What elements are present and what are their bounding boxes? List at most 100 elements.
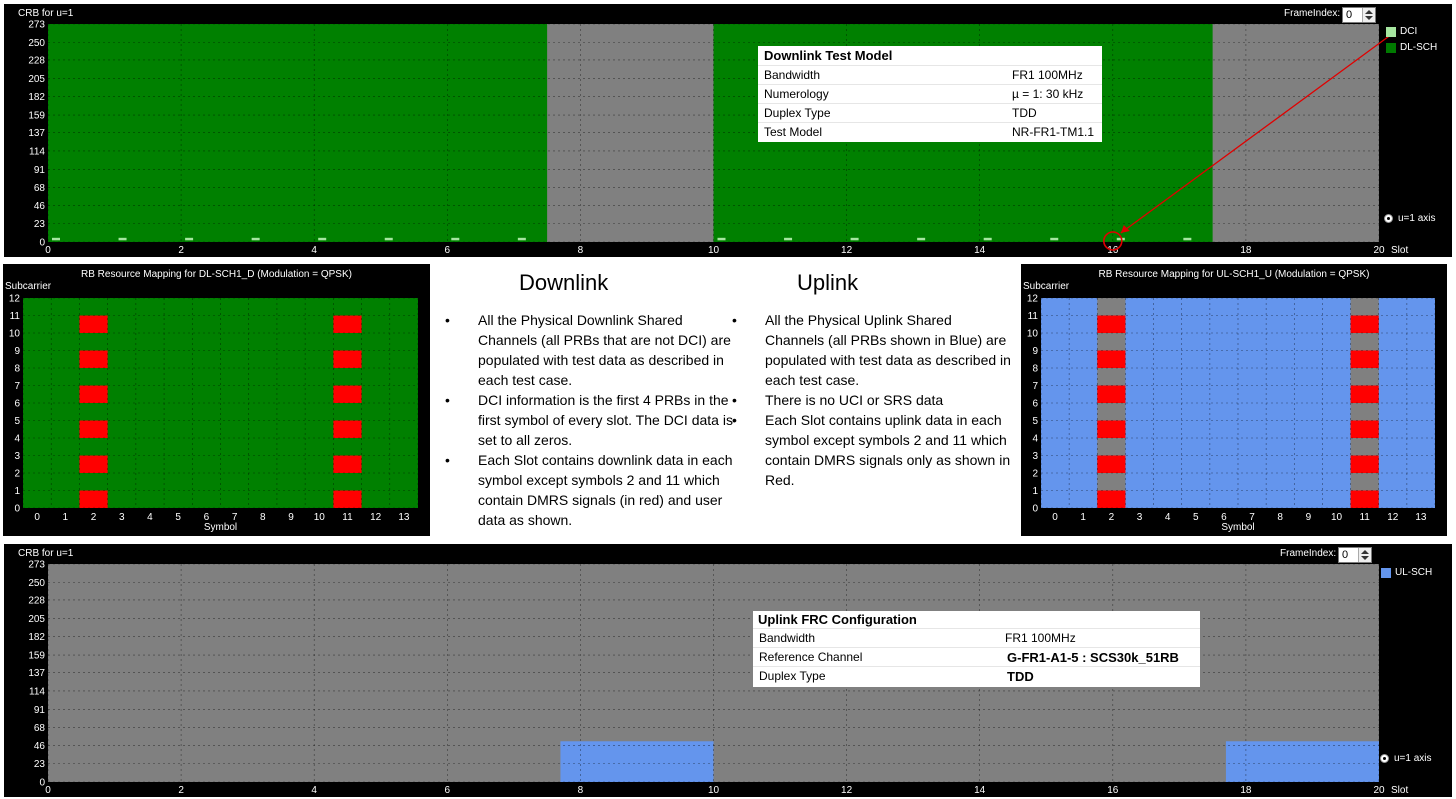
row-value: FR1 100MHz [1005,631,1076,645]
row-value: G-FR1-A1-5 : SCS30k_51RB [1007,650,1179,665]
y-tick-label: 182 [28,92,45,103]
row-value: NR-FR1-TM1.1 [1012,125,1095,139]
dmrs-cell [1350,315,1379,333]
y-axis-title: CRB for u=1 [18,8,74,19]
dci-mark [1050,237,1059,241]
dmrs-cell [333,420,362,438]
dl-sch-block [48,24,548,242]
dmrs-cell [79,420,108,438]
y-tick-label: 1 [14,486,20,497]
dci-mark [52,237,60,241]
x-tick-label: 1 [1080,512,1086,523]
dci-mark [251,237,260,241]
spinner-down-icon[interactable] [1361,556,1369,560]
row-value: µ = 1: 30 kHz [1012,87,1084,101]
x-tick-label: 11 [1359,512,1370,523]
y-tick-label: 6 [1032,399,1038,410]
radio-label: u=1 axis [1398,213,1436,224]
spinner-arrows[interactable] [1358,548,1371,562]
x-tick-label: 0 [34,512,40,523]
infobox-row: Bandwidth FR1 100MHz [753,628,1200,647]
y-tick-label: 12 [1027,294,1039,305]
y-tick-label: 205 [28,614,45,625]
y-tick-label: 7 [1032,381,1038,392]
x-tick-label: 0 [45,245,51,256]
dmrs-cell [1350,350,1379,368]
downlink-bullet: All the Physical Downlink Shared Channel… [445,310,735,390]
y-tick-label: 46 [34,741,46,752]
x-tick-label: 2 [1109,512,1115,523]
x-tick-label: 4 [147,512,153,523]
y-tick-label: 9 [1032,346,1038,357]
y-tick-label: 250 [28,38,45,49]
spinner-up-icon[interactable] [1361,550,1369,554]
row-value: TDD [1007,669,1034,684]
frame-index-spinner[interactable]: 0 [1338,547,1372,563]
uplink-slot-plot: 2732502282051821591371149168462300 2 4 6 8 10… [18,548,1408,796]
legend-swatch-dci [1386,27,1396,37]
x-tick-label: 12 [841,785,853,796]
dci-mark [983,237,992,241]
x-tick-label: 5 [175,512,181,523]
ul-sch-block [1225,741,1379,782]
u1-axis-radio[interactable]: u=1 axis [1380,753,1432,764]
x-tick-label: 14 [974,785,986,796]
x-tick-label: 13 [1415,512,1427,523]
dmrs-cell [1097,455,1126,473]
dl-resource-map-panel: RB Resource Mapping for DL-SCH1_D (Modul… [3,264,430,536]
y-axis-title: Subcarrier [5,281,52,292]
x-tick-label: 12 [841,245,853,256]
frame-index-spinner[interactable]: 0 [1342,7,1376,23]
y-tick-label: 114 [29,146,45,157]
y-tick-label: 0 [1032,504,1038,515]
x-tick-label: 13 [398,512,410,523]
y-tick-label: 91 [34,165,46,176]
spinner-arrows[interactable] [1362,8,1375,22]
row-key: Reference Channel [759,650,863,664]
row-value: FR1 100MHz [1012,68,1083,82]
x-axis-title: Symbol [204,522,237,533]
x-tick-label: 10 [1331,512,1343,523]
legend-swatch-dl-sch [1386,43,1396,53]
row-key: Test Model [764,125,823,139]
y-tick-label: 250 [28,578,45,589]
downlink-test-model-box: Downlink Test Model Bandwidth FR1 100MHz … [758,46,1102,142]
row-key: Bandwidth [764,68,821,82]
x-axis-title: Symbol [1221,522,1254,533]
u1-axis-radio[interactable]: u=1 axis [1384,213,1436,224]
x-tick-label: 18 [1240,785,1252,796]
dmrs-cell [79,490,108,508]
dmrs-cell [333,350,362,368]
radio-dot-icon[interactable] [1384,213,1393,223]
uplink-bullets: All the Physical Uplink Shared Channels … [732,310,1014,490]
x-axis-unit: Slot [1391,785,1408,796]
dci-mark [784,237,793,241]
spinner-up-icon[interactable] [1365,10,1373,14]
frame-index-value: 0 [1346,9,1353,21]
legend-label-dci: DCI [1400,26,1418,37]
y-tick-label: 159 [28,651,45,662]
x-tick-label: 20 [1373,785,1385,796]
spinner-down-icon[interactable] [1365,16,1373,20]
dci-mark [185,237,194,241]
row-key: Duplex Type [764,106,831,120]
x-tick-label: 16 [1107,785,1119,796]
infobox-title: Uplink FRC Configuration [758,612,917,627]
downlink-description: Downlink All the Physical Downlink Share… [445,270,735,540]
x-axis-unit: Slot [1391,245,1408,256]
map-title: RB Resource Mapping for DL-SCH1_D (Modul… [81,269,352,280]
dmrs-cell [333,315,362,333]
uplink-description: Uplink All the Physical Uplink Shared Ch… [732,270,1017,540]
dci-mark [717,237,726,241]
y-tick-label: 0 [14,504,20,515]
dl-resource-map: RB Resource Mapping for DL-SCH1_D (Modul… [5,269,419,533]
dci-mark [1183,237,1192,241]
dci-mark [118,237,127,241]
x-tick-label: 0 [45,785,51,796]
frame-index-value: 0 [1342,549,1349,561]
dmrs-cell [333,385,362,403]
infobox-row: Bandwidth FR1 100MHz [758,65,1102,84]
y-tick-label: 10 [1027,329,1039,340]
uplink-bullet: All the Physical Uplink Shared Channels … [732,310,1014,390]
radio-dot-icon[interactable] [1380,753,1389,763]
